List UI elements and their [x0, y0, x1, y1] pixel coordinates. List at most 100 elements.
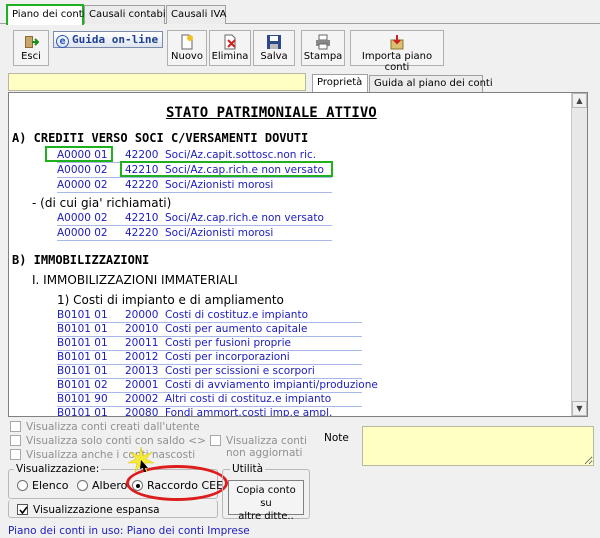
checkbox-label-line1: Visualizza conti [226, 435, 307, 447]
copia-label-line1: Copia conto su [236, 485, 296, 509]
table-row[interactable]: B0101 01 20010 Costi per aumento capital… [57, 322, 362, 337]
row-account: 20002 [125, 393, 159, 405]
table-row[interactable]: B0101 01 20012 Costi per incorporazioni [57, 350, 362, 365]
elimina-button[interactable]: Elimina [209, 30, 251, 66]
checkbox-visualizzazione-espansa[interactable]: Visualizzazione espansa [17, 504, 160, 516]
section-b-heading: B) IMMOBILIZZAZIONI [12, 253, 150, 267]
radio-circle[interactable] [17, 480, 28, 491]
row-account: 20080 [125, 407, 159, 416]
checkbox-label: Visualizzazione espansa [33, 504, 160, 516]
table-row[interactable]: A0000 02 42220 Soci/Azionisti morosi [57, 226, 332, 241]
search-input[interactable] [8, 73, 306, 91]
stampa-button[interactable]: Stampa [301, 30, 345, 66]
checkbox-label: Visualizza anche i conti nascosti [26, 449, 196, 461]
row-code: B0101 01 [57, 323, 108, 335]
row-code: B0101 90 [57, 393, 108, 405]
row-code: A0000 02 [57, 179, 108, 191]
copia-conto-button[interactable]: Copia conto su altre ditte.. [228, 480, 304, 522]
checkbox-non-aggiornati[interactable]: Visualizza conti non aggiornati [210, 435, 307, 459]
row-account: 42220 [125, 179, 159, 191]
tab-piano-dei-conti[interactable]: Piano dei conti [6, 4, 85, 25]
row-description: Costi per fusioni proprie [165, 337, 291, 349]
utilita-group-label: Utilità [230, 463, 266, 475]
table-row[interactable]: B0101 01 20013 Costi per scissioni e sco… [57, 364, 362, 379]
row-account: 20011 [125, 337, 159, 349]
esci-label: Esci [21, 51, 41, 62]
row-description: Altri costi di costituz.e impianto [165, 393, 332, 405]
nuovo-button[interactable]: Nuovo [167, 30, 207, 66]
row-code: B0101 01 [57, 309, 108, 321]
row-account: 42210 [125, 212, 159, 224]
row-account: 20013 [125, 365, 159, 377]
row-code: B0101 02 [57, 379, 108, 391]
checkbox-label: Visualizza solo conti con saldo <> 0 [26, 435, 216, 447]
checkbox-box[interactable] [10, 435, 21, 446]
row-description: Soci/Azionisti morosi [165, 227, 274, 239]
row-code: B0101 01 [57, 337, 108, 349]
checkbox-saldo-diverso-zero[interactable]: Visualizza solo conti con saldo <> 0 [10, 435, 216, 447]
star-burst-icon [128, 447, 154, 473]
row-description: Costi di costituz.e impianto [165, 309, 308, 321]
importa-label: Importa piano conti [361, 51, 433, 73]
row-description: Soci/Azionisti morosi [165, 179, 274, 191]
row-description: Costi per incorporazioni [165, 351, 290, 363]
vertical-scrollbar[interactable]: ▲ ▼ [571, 93, 587, 416]
scroll-down-icon[interactable]: ▼ [572, 401, 587, 416]
tab-causali-contabili[interactable]: Causali contabili [84, 5, 171, 24]
checkbox-conti-nascosti[interactable]: Visualizza anche i conti nascosti [10, 449, 195, 461]
printer-icon [316, 34, 330, 50]
row-code: B0101 01 [57, 365, 108, 377]
row-account: 20010 [125, 323, 159, 335]
guida-online-button[interactable]: e Guida on-line [53, 31, 163, 48]
sub-heading-immateriali: I. IMMOBILIZZAZIONI IMMATERIALI [32, 273, 238, 287]
row-account: 20000 [125, 309, 159, 321]
nuovo-label: Nuovo [171, 51, 203, 62]
row-account: 42220 [125, 227, 159, 239]
import-icon [390, 35, 404, 50]
esci-button[interactable]: Esci [13, 30, 49, 66]
stampa-label: Stampa [303, 51, 343, 62]
row-description: Costi di avviamento impianti/produzione [165, 379, 378, 391]
note-label: Note [324, 432, 349, 444]
tab-causali-iva[interactable]: Causali IVA [166, 5, 227, 24]
row-description: Costi per aumento capitale [165, 323, 308, 335]
checkmark-icon [19, 506, 28, 515]
elimina-label: Elimina [211, 51, 249, 62]
row-description: Fondi ammort.costi imp.e ampl. [165, 407, 333, 416]
row-account: 20012 [125, 351, 159, 363]
row-code: A0000 02 [57, 212, 108, 224]
radio-albero[interactable]: Albero [77, 479, 127, 492]
tab-proprieta[interactable]: Proprietà [312, 74, 368, 93]
radio-label: Elenco [32, 479, 69, 492]
main-tab-bar: Piano dei conti Causali contabili Causal… [0, 0, 600, 25]
checkbox-box[interactable] [10, 421, 21, 432]
checkbox-label: Visualizza conti creati dall'utente [26, 421, 200, 433]
radio-elenco[interactable]: Elenco [17, 479, 69, 492]
radio-circle[interactable] [77, 480, 88, 491]
checkbox-box[interactable] [210, 435, 221, 446]
note-textarea[interactable] [362, 426, 594, 466]
row-code: B0101 01 [57, 351, 108, 363]
table-row[interactable]: B0101 90 20002 Altri costi di costituz.e… [57, 392, 362, 407]
row-account: 20001 [125, 379, 159, 391]
table-row[interactable]: B0101 01 20011 Costi per fusioni proprie [57, 336, 362, 351]
salva-button[interactable]: Salva [253, 30, 295, 66]
checkbox-box-checked[interactable] [17, 504, 28, 515]
scroll-up-icon[interactable]: ▲ [572, 93, 587, 108]
new-document-icon [181, 34, 193, 50]
checkbox-label-line2: non aggiornati [226, 447, 303, 459]
row-code: A0000 02 [57, 227, 108, 239]
table-row[interactable]: A0000 02 42220 Soci/Azionisti morosi [57, 178, 332, 193]
checkbox-box[interactable] [10, 449, 21, 460]
section-a-heading: A) CREDITI VERSO SOCI C/VERSAMENTI DOVUT… [12, 131, 309, 145]
table-row[interactable]: B0101 01 20000 Costi di costituz.e impia… [57, 308, 362, 323]
table-row[interactable]: A0000 02 42210 Soci/Az.cap.rich.e non ve… [57, 211, 332, 226]
checkbox-conti-utente[interactable]: Visualizza conti creati dall'utente [10, 421, 200, 433]
table-row[interactable]: B0101 02 20001 Costi di avviamento impia… [57, 378, 378, 393]
importa-piano-conti-button[interactable]: Importa piano conti [350, 30, 444, 73]
sub-heading-richiamati: - (di cui gia' richiamati) [32, 196, 172, 210]
visualizzazione-group-label: Visualizzazione: [14, 463, 102, 475]
browser-e-icon: e [56, 35, 69, 48]
table-row[interactable]: B0101 01 20080 Fondi ammort.costi imp.e … [57, 406, 362, 416]
tab-guida-al-piano[interactable]: Guida al piano dei conti [369, 75, 493, 92]
